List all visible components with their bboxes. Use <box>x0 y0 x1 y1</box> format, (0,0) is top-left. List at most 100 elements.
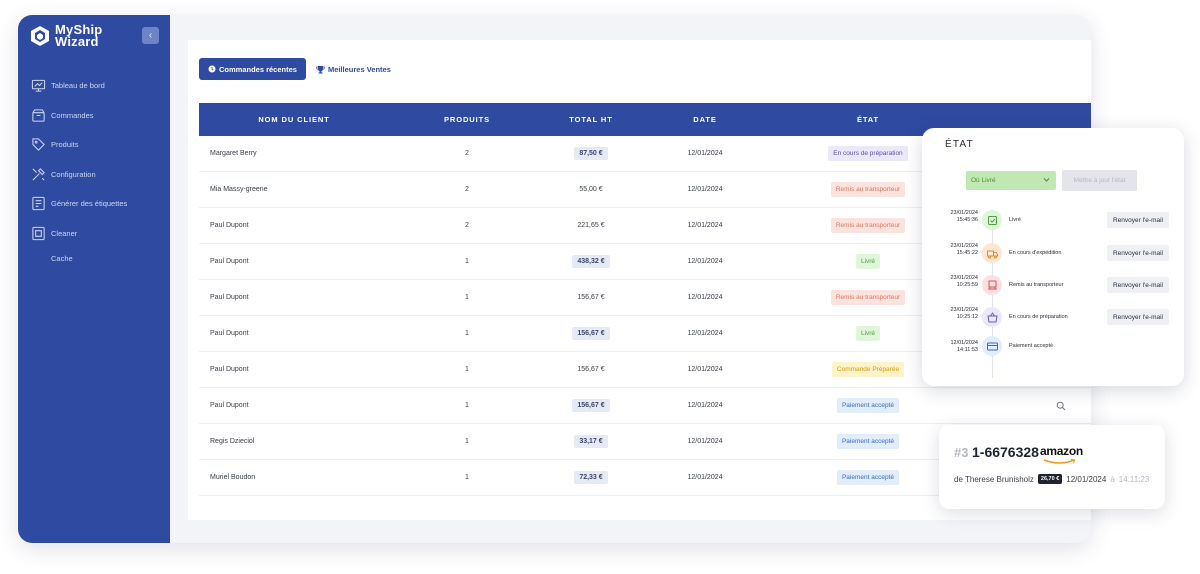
sidebar-item-cleaner[interactable]: Cleaner <box>30 219 164 249</box>
total-value: 156,67 € <box>577 366 605 373</box>
resend-email-button[interactable]: Renvoyer l'e-mail <box>1107 309 1169 325</box>
customer-name: Paul Dupont <box>210 330 249 337</box>
event-label: En cours de préparation <box>1009 314 1068 320</box>
amazon-logo: amazon <box>1040 444 1083 458</box>
livre-icon <box>982 210 1002 230</box>
order-summary-card[interactable]: #3 1-6676328 amazon de Therese Brunishol… <box>939 425 1165 509</box>
status-badge: Remis au transporteur <box>830 218 906 233</box>
column-header-name[interactable]: NOM DU CLIENT <box>199 115 389 124</box>
customer-name: Paul Dupont <box>210 366 249 373</box>
status-badge: Livré <box>855 254 881 269</box>
handover-icon <box>982 275 1002 295</box>
customer-name: Paul Dupont <box>210 258 249 265</box>
search-icon[interactable] <box>1056 401 1066 411</box>
tab-recent-orders[interactable]: Commandes récentes <box>199 58 306 80</box>
order-date: 12/01/2024 <box>687 474 723 481</box>
products-count: 2 <box>465 186 469 193</box>
order-state-panel: ÉTAT Où Livré Mettre à jour l'état 23/01… <box>922 128 1184 386</box>
event-label: Paiement accepté <box>1009 343 1054 349</box>
sidebar-item-label: Générer des étiquettes <box>51 199 128 209</box>
resend-email-button[interactable]: Renvoyer l'e-mail <box>1107 212 1169 228</box>
products-count: 1 <box>465 294 469 301</box>
timeline-event: 23/01/2024 10:25:59 Remis au transporteur R… <box>922 273 1184 301</box>
customer-name: Paul Dupont <box>210 294 249 301</box>
column-header-total[interactable]: TOTAL HT <box>545 115 637 124</box>
customer-name: Regis Dzieciol <box>210 438 255 445</box>
state-cell: Paiement accepté <box>773 434 963 449</box>
trophy-icon <box>316 65 325 73</box>
order-customer: de Therese Brunisholz <box>954 474 1034 484</box>
status-badge: Commande Préparée <box>831 362 905 377</box>
order-number: 1-6676328 <box>972 444 1039 460</box>
customer-name: Muriel Boudon <box>210 474 256 481</box>
label-printer-icon <box>30 196 46 212</box>
status-badge: Paiement accepté <box>836 434 900 449</box>
status-badge: Remis au transporteur <box>830 290 906 305</box>
tools-icon <box>30 166 46 182</box>
table-row[interactable]: Paul Dupont 1 156,67 € 12/01/2024 Paiement a… <box>199 388 1091 424</box>
order-date: 12/01/2024 <box>687 438 723 445</box>
tab-best-sellers[interactable]: Meilleures Ventes <box>316 65 391 74</box>
sidebar-item-products[interactable]: Produits <box>30 130 164 160</box>
event-date: 23/01/2024 <box>950 210 978 216</box>
chevron-left-icon: ‹ <box>148 30 153 41</box>
total-ht: 438,32 € <box>545 255 637 268</box>
order-time: 14:11:23 <box>1118 474 1150 484</box>
customer-name: Margaret Berry <box>210 150 257 157</box>
sidebar-item-label: Cleaner <box>51 228 78 238</box>
event-date: 12/01/2024 14:11:53 <box>950 340 978 353</box>
timeline-event: 23/01/2024 10:25:12 En cours de préparatio… <box>922 305 1184 333</box>
truck-icon <box>982 243 1002 263</box>
collapse-sidebar-button[interactable]: ‹ <box>142 27 159 44</box>
tag-icon <box>30 137 46 153</box>
logo-text: MyShip Wizard <box>55 23 102 49</box>
products-count: 1 <box>465 258 469 265</box>
sidebar-item-label: Configuration <box>51 169 96 179</box>
order-date: 12/01/2024 <box>687 186 723 193</box>
box-icon <box>30 107 46 123</box>
status-badge: Remis au transporteur <box>830 182 906 197</box>
event-time: 10:25:12 <box>956 314 978 320</box>
event-time: 15:45:22 <box>956 250 978 256</box>
status-badge: Paiement accepté <box>836 470 900 485</box>
products-count: 1 <box>465 438 469 445</box>
state-select[interactable]: Où Livré <box>966 171 1056 190</box>
event-label: Livré <box>1009 217 1021 223</box>
total-value: 55,00 € <box>579 186 603 193</box>
sidebar-item-labels[interactable]: Générer des étiquettes <box>30 189 164 219</box>
timeline-event: 23/01/2024 15:45:36 Livré Renvoyer l'e-mail <box>922 208 1184 236</box>
state-select-value: Où Livré <box>971 177 996 184</box>
resend-email-button[interactable]: Renvoyer l'e-mail <box>1107 245 1169 261</box>
sidebar-item-configuration[interactable]: Configuration <box>30 160 164 190</box>
products-count: 2 <box>465 222 469 229</box>
state-cell: Paiement accepté <box>773 398 963 413</box>
total-value: 438,32 € <box>572 255 610 268</box>
timeline-event: 12/01/2024 14:11:53 Paiement accepté <box>922 334 1184 362</box>
total-ht: 87,50 € <box>545 147 637 160</box>
sidebar-item-dashboard[interactable]: Tableau de bord <box>30 71 164 101</box>
column-header-products[interactable]: PRODUITS <box>389 115 545 124</box>
customer-name: Paul Dupont <box>210 402 249 409</box>
sidebar-subitem-cache[interactable]: Cache <box>30 248 164 268</box>
event-datetime: 23/01/2024 15:45:36 <box>928 210 978 224</box>
event-label: Remis au transporteur <box>1009 282 1064 288</box>
total-ht: 156,67 € <box>545 366 637 373</box>
column-header-state[interactable]: ÉTAT <box>773 115 963 124</box>
customer-name: Mia Massy-greene <box>210 186 268 193</box>
event-date: 23/01/2024 <box>950 307 978 313</box>
update-state-button[interactable]: Mettre à jour l'état <box>1062 170 1137 191</box>
order-at: à <box>1110 474 1115 484</box>
event-datetime: 12/01/2024 14:11:53 <box>928 340 978 354</box>
column-header-date[interactable]: DATE <box>637 115 773 124</box>
total-value: 156,67 € <box>577 294 605 301</box>
sidebar-nav: Tableau de bord Commandes Produits Confi… <box>30 71 164 268</box>
sidebar-item-orders[interactable]: Commandes <box>30 101 164 131</box>
logo-line2: Wizard <box>55 34 99 49</box>
products-count: 1 <box>465 474 469 481</box>
logo[interactable]: MyShip Wizard <box>30 23 102 49</box>
order-date: 12/01/2024 <box>687 150 723 157</box>
total-value: 87,50 € <box>574 147 608 160</box>
sidebar-item-label: Tableau de bord <box>51 81 105 91</box>
resend-email-button[interactable]: Renvoyer l'e-mail <box>1107 277 1169 293</box>
state-panel-title: ÉTAT <box>945 139 974 150</box>
